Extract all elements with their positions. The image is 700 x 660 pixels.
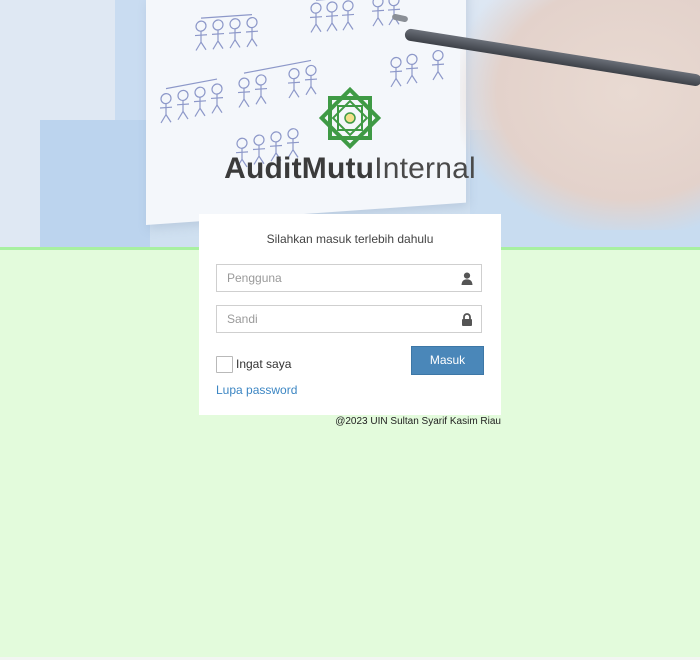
lock-icon (462, 313, 472, 326)
login-button[interactable]: Masuk (411, 346, 484, 375)
login-subtitle: Silahkan masuk terlebih dahulu (266, 232, 434, 246)
logo-title-bold: AuditMutu (224, 152, 375, 185)
app-logo-title: AuditMutuInternal (0, 152, 700, 186)
password-input[interactable] (217, 306, 457, 332)
forgot-password-link[interactable]: Lupa password (216, 383, 297, 397)
background-panel (115, 0, 150, 120)
logo-title-light: Internal (374, 152, 476, 185)
hand-image (460, 0, 700, 230)
username-input[interactable] (217, 265, 457, 291)
remember-me[interactable]: Ingat saya (216, 355, 291, 373)
username-field[interactable] (216, 264, 482, 292)
password-field[interactable] (216, 305, 482, 333)
login-card: Silahkan masuk terlebih dahulu Ingat say… (199, 214, 501, 415)
logo-emblem-icon (318, 86, 382, 150)
remember-checkbox[interactable] (216, 355, 233, 373)
copyright-footer: @2023 UIN Sultan Syarif Kasim Riau (335, 416, 501, 427)
remember-label: Ingat saya (236, 357, 292, 371)
user-icon (461, 272, 473, 285)
